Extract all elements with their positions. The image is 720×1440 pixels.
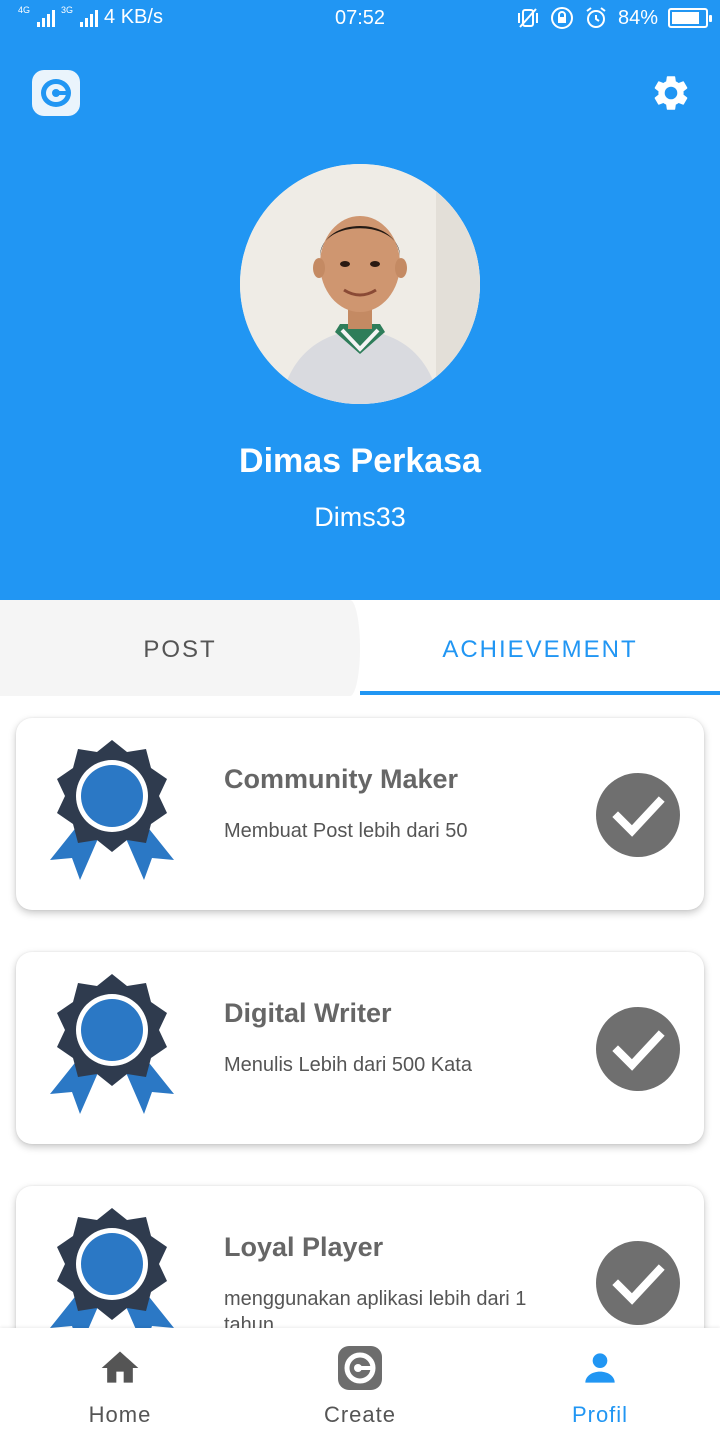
achievement-card[interactable]: Digital Writer Menulis Lebih dari 500 Ka… [16, 952, 704, 1144]
achievement-title: Digital Writer [224, 998, 392, 1028]
app-logo-icon[interactable] [32, 70, 80, 116]
battery-percent: 84% [617, 6, 658, 29]
profile-tabs: POST ACHIEVEMENT [0, 600, 720, 696]
nav-label-home: Home [88, 1402, 152, 1427]
achievement-description: Menulis Lebih dari 500 Kata [224, 1054, 472, 1076]
vibrate-off-icon [517, 8, 538, 28]
check-icon [596, 773, 680, 857]
status-right: 84% [516, 6, 712, 30]
tab-post-label: POST [143, 636, 217, 663]
nav-label-profil: Profil [571, 1402, 629, 1427]
nav-item-home[interactable]: Home [0, 1328, 240, 1440]
tab-achievement-label: ACHIEVEMENT [442, 636, 638, 663]
tab-active-indicator [360, 691, 720, 695]
award-badge-icon [50, 974, 174, 1114]
home-icon [101, 1351, 139, 1383]
status-bar: 4G 3G 4 KB/s 07:52 84% [0, 0, 720, 36]
award-badge-icon [50, 740, 174, 880]
alarm-icon [586, 7, 606, 28]
check-icon [596, 1007, 680, 1091]
profile-header: Dimas Perkasa Dims33 [0, 36, 720, 600]
profile-name: Dimas Perkasa [239, 442, 481, 480]
tab-post[interactable]: POST [0, 600, 360, 696]
check-icon [596, 1241, 680, 1325]
achievement-card[interactable]: Community Maker Membuat Post lebih dari … [16, 718, 704, 910]
app-logo-icon [338, 1346, 382, 1390]
avatar[interactable] [240, 164, 480, 404]
rotation-lock-icon [550, 7, 573, 29]
bottom-nav: Home Create Profil [0, 1328, 720, 1440]
battery-level [672, 12, 699, 24]
tab-achievement[interactable]: ACHIEVEMENT [360, 600, 720, 696]
achievement-title: Community Maker [224, 764, 459, 794]
battery-icon [668, 8, 712, 28]
achievement-title: Loyal Player [224, 1232, 384, 1262]
nav-label-create: Create [323, 1402, 397, 1427]
person-icon [585, 1353, 615, 1383]
nav-item-create[interactable]: Create [240, 1328, 480, 1440]
achievement-description: Membuat Post lebih dari 50 [224, 820, 468, 842]
nav-item-profil[interactable]: Profil [480, 1328, 720, 1440]
gear-icon[interactable] [650, 72, 692, 114]
profile-username: Dims33 [314, 502, 406, 532]
